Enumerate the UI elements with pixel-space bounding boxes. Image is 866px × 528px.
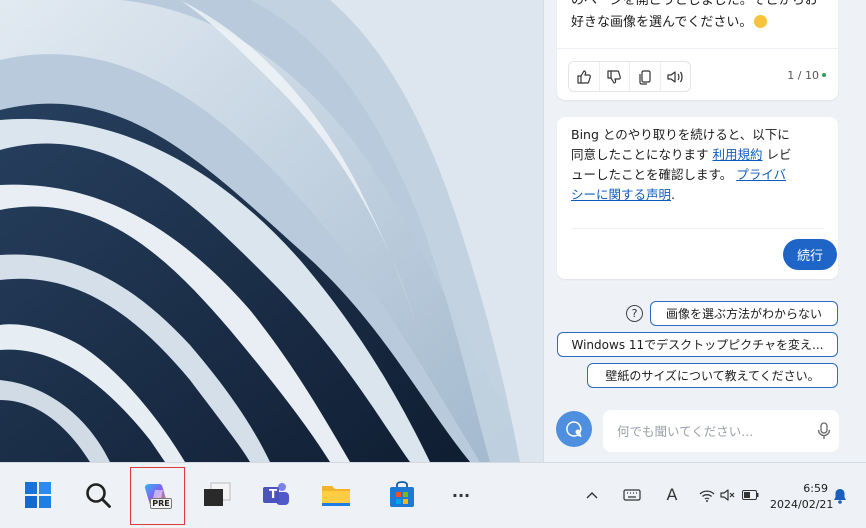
terms-line-3-prefix: ューしたことを確認します。 (571, 167, 737, 182)
terms-line-1: Bing とのやり取りを続けると、以下に (571, 127, 790, 142)
task-view-icon (204, 482, 231, 506)
new-topic-button[interactable] (556, 411, 592, 447)
privacy-link-part-2[interactable]: シーに関する声明 (571, 187, 671, 202)
store-button[interactable] (387, 480, 417, 510)
continue-button[interactable]: 続行 (783, 239, 837, 270)
more-apps-button[interactable]: ··· (446, 480, 476, 510)
task-view-button[interactable] (202, 480, 232, 510)
speaker-icon (667, 70, 683, 83)
chat-input-box (603, 410, 839, 452)
chat-bubble-icon (566, 421, 582, 438)
chevron-up-icon (586, 492, 598, 499)
battery-status[interactable] (741, 487, 759, 503)
windows-logo-icon (25, 482, 51, 508)
read-aloud-button[interactable] (661, 62, 691, 91)
desktop-wallpaper (0, 0, 543, 462)
terms-of-use-link[interactable]: 利用規約 (712, 147, 762, 162)
terms-divider (571, 228, 824, 229)
preview-badge: PRE (150, 498, 172, 509)
battery-icon (741, 490, 758, 500)
smile-emoji-icon (754, 15, 768, 28)
volume-muted-icon (720, 489, 735, 501)
input-method-button[interactable]: A (663, 484, 681, 504)
start-button[interactable] (23, 480, 53, 510)
turn-counter-text: 1 / 10 (787, 69, 819, 82)
terms-card: Bing とのやり取りを続けると、以下に 同意したことになります 利用規約 レビ… (557, 117, 838, 279)
search-icon (86, 483, 111, 508)
teams-letter: T (269, 487, 278, 501)
help-question-icon[interactable]: ? (626, 305, 643, 322)
suggestion-chip-1[interactable]: 画像を選ぶ方法がわからない (650, 301, 838, 326)
microphone-icon (817, 422, 831, 439)
file-explorer-button[interactable] (321, 480, 351, 510)
taskbar: PRE T ··· A 6:59 2024/02/21 (0, 462, 866, 528)
notifications-button[interactable] (832, 487, 848, 505)
thumbs-down-button[interactable] (600, 62, 630, 91)
clock-time: 6:59 (803, 482, 828, 495)
wifi-status[interactable] (698, 487, 716, 503)
bell-icon (834, 489, 846, 504)
assistant-message-text: のページを開こうとしました。そこからお 好きな画像を選んでください。 (571, 0, 826, 34)
thumbs-up-button[interactable] (569, 62, 600, 91)
message-line-1: のページを開こうとしました。そこからお (571, 0, 818, 8)
thumbs-up-icon (577, 69, 591, 84)
message-divider (557, 48, 838, 49)
keyboard-icon (623, 489, 641, 501)
terms-line-2-suffix: レビ (762, 147, 792, 162)
terms-line-4: シーに関する声明. (571, 185, 826, 205)
thumbs-down-icon (607, 69, 622, 84)
turn-counter: 1 / 10 (787, 69, 826, 82)
wifi-icon (699, 489, 715, 502)
clock-date: 2024/02/21 (770, 498, 834, 511)
search-button[interactable] (83, 480, 113, 510)
taskbar-clock[interactable]: 6:59 2024/02/21 (770, 481, 834, 513)
message-line-2: 好きな画像を選んでください。 (571, 12, 826, 34)
folder-icon (322, 486, 350, 506)
message-line-2-text: 好きな画像を選んでください。 (571, 15, 753, 30)
store-icon (390, 481, 414, 507)
terms-line-2: 同意したことになります 利用規約 レビ (571, 145, 826, 165)
teams-button[interactable]: T (261, 480, 291, 510)
terms-line-3: ューしたことを確認します。 プライバ (571, 165, 826, 185)
terms-line-2-prefix: 同意したことになります (571, 147, 713, 162)
copilot-pane: のページを開こうとしました。そこからお 好きな画像を選んでください。 1 / 1… (543, 0, 866, 462)
assistant-message-card: のページを開こうとしました。そこからお 好きな画像を選んでください。 1 / 1… (557, 0, 838, 100)
suggestion-chip-3[interactable]: 壁紙のサイズについて教えてください。 (587, 363, 838, 388)
copy-icon (639, 69, 651, 85)
privacy-link-part-1[interactable]: プライバ (736, 167, 786, 182)
terms-line-4-suffix: . (671, 187, 675, 202)
status-dot-icon (822, 73, 826, 77)
terms-text: Bing とのやり取りを続けると、以下に 同意したことになります 利用規約 レビ… (571, 125, 826, 205)
show-hidden-icons-button[interactable] (584, 487, 600, 503)
microphone-button[interactable] (817, 422, 831, 444)
suggestion-chip-2[interactable]: Windows 11でデスクトップピクチャを変え... (557, 332, 838, 357)
copy-button[interactable] (630, 62, 661, 91)
volume-status[interactable] (719, 487, 737, 503)
chat-input[interactable] (617, 421, 807, 441)
message-actions (568, 61, 691, 92)
touch-keyboard-button[interactable] (622, 487, 642, 503)
